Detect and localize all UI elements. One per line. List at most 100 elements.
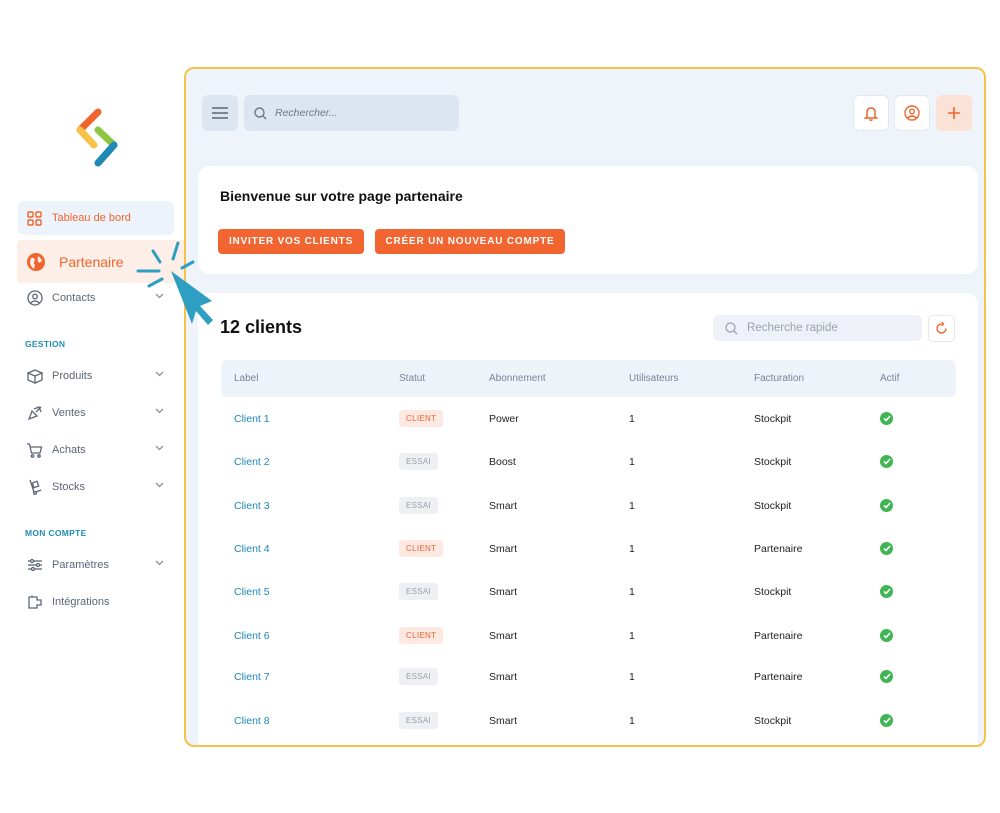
- globe-icon: [25, 251, 47, 273]
- search-placeholder: Rechercher...: [275, 107, 338, 119]
- client-link[interactable]: Client 7: [234, 655, 270, 698]
- status-cell: ESSAI: [399, 484, 439, 527]
- bell-icon: [864, 106, 878, 121]
- sidebar-item-label: Intégrations: [52, 596, 110, 608]
- check-circle-icon: [880, 629, 893, 642]
- column-header-label[interactable]: Label: [234, 360, 258, 397]
- clients-card: 12 clients Recherche rapide Label Statut…: [198, 293, 978, 745]
- sidebar-item-label: Contacts: [52, 292, 96, 304]
- subscription-cell: Smart: [489, 499, 518, 512]
- users-cell: 1: [629, 629, 635, 642]
- check-circle-icon: [880, 542, 893, 555]
- sidebar-item-parametres[interactable]: Paramètres: [18, 548, 174, 582]
- create-account-button[interactable]: CRÉER UN NOUVEAU COMPTE: [375, 229, 565, 254]
- column-header-abonnement[interactable]: Abonnement: [489, 360, 546, 397]
- subscription-cell: Power: [489, 412, 519, 425]
- sidebar-item-label: Achats: [52, 444, 86, 456]
- welcome-title: Bienvenue sur votre page partenaire: [220, 188, 463, 204]
- add-button[interactable]: [936, 95, 972, 131]
- client-link[interactable]: Client 5: [234, 570, 270, 613]
- sidebar-item-label: Ventes: [52, 407, 86, 419]
- hamburger-icon: [212, 107, 228, 119]
- sidebar-item-achats[interactable]: Achats: [18, 433, 174, 467]
- chevron-down-icon: [155, 445, 164, 451]
- status-cell: ESSAI: [399, 440, 439, 483]
- clients-title: 12 clients: [220, 317, 303, 337]
- status-cell: ESSAI: [399, 570, 439, 613]
- billing-cell: Partenaire: [754, 542, 803, 555]
- active-cell: [880, 570, 893, 613]
- billing-cell: Stockpit: [754, 585, 792, 598]
- active-cell: [880, 440, 893, 483]
- client-link[interactable]: Client 4: [234, 527, 270, 570]
- sidebar-item-stocks[interactable]: Stocks: [18, 470, 174, 504]
- billing-cell: Partenaire: [754, 670, 803, 683]
- sidebar: Tableau de bord Partenaire Contacts GEST…: [0, 0, 211, 813]
- table-row: Client 5 ESSAI Smart 1 Stockpit: [221, 570, 956, 613]
- chevron-down-icon: [155, 482, 164, 488]
- billing-cell: Stockpit: [754, 499, 792, 512]
- users-cell: 1: [629, 542, 635, 555]
- column-header-actif[interactable]: Actif: [880, 360, 899, 397]
- quick-search-input[interactable]: Recherche rapide: [713, 315, 922, 341]
- notifications-button[interactable]: [853, 95, 889, 131]
- table-row: Client 6 CLIENT Smart 1 Partenaire: [221, 614, 956, 657]
- check-circle-icon: [880, 585, 893, 598]
- status-cell: ESSAI: [399, 699, 439, 742]
- table-row: Client 8 ESSAI Smart 1 Stockpit: [221, 699, 956, 742]
- status-badge: ESSAI: [399, 497, 439, 514]
- refresh-button[interactable]: [928, 315, 955, 342]
- sidebar-item-label: Paramètres: [52, 559, 109, 571]
- client-link[interactable]: Client 8: [234, 699, 270, 742]
- sidebar-item-integrations[interactable]: Intégrations: [18, 585, 174, 619]
- status-badge: ESSAI: [399, 668, 439, 685]
- status-cell: CLIENT: [399, 614, 444, 657]
- chevron-down-icon: [155, 371, 164, 377]
- billing-cell: Partenaire: [754, 629, 803, 642]
- section-label-mon-compte: MON COMPTE: [25, 528, 87, 538]
- users-cell: 1: [629, 455, 635, 468]
- check-circle-icon: [880, 499, 893, 512]
- subscription-cell: Boost: [489, 455, 516, 468]
- client-link[interactable]: Client 1: [234, 397, 270, 440]
- sidebar-item-label: Partenaire: [59, 253, 124, 270]
- sidebar-item-tableau-de-bord[interactable]: Tableau de bord: [18, 201, 174, 235]
- menu-button[interactable]: [202, 95, 238, 131]
- sidebar-item-produits[interactable]: Produits: [18, 359, 174, 393]
- status-cell: CLIENT: [399, 527, 444, 570]
- refresh-icon: [936, 322, 947, 334]
- subscription-cell: Smart: [489, 585, 518, 598]
- main-frame: Rechercher... Bienvenue sur votre page p…: [184, 67, 986, 747]
- client-link[interactable]: Client 6: [234, 614, 270, 657]
- sliders-icon: [26, 557, 43, 574]
- active-cell: [880, 699, 893, 742]
- dolly-icon: [26, 479, 43, 496]
- column-header-utilisateurs[interactable]: Utilisateurs: [629, 360, 678, 397]
- users-cell: 1: [629, 670, 635, 683]
- active-cell: [880, 484, 893, 527]
- users-cell: 1: [629, 499, 635, 512]
- column-header-statut[interactable]: Statut: [399, 360, 425, 397]
- account-button[interactable]: [894, 95, 930, 131]
- client-link[interactable]: Client 2: [234, 440, 270, 483]
- search-input[interactable]: Rechercher...: [244, 95, 459, 131]
- column-header-facturation[interactable]: Facturation: [754, 360, 804, 397]
- check-circle-icon: [880, 670, 893, 683]
- topbar: Rechercher...: [186, 69, 984, 159]
- check-circle-icon: [880, 412, 893, 425]
- table-header: Label Statut Abonnement Utilisateurs Fac…: [221, 360, 956, 397]
- invite-clients-button[interactable]: INVITER VOS CLIENTS: [218, 229, 364, 254]
- status-badge: ESSAI: [399, 453, 439, 470]
- active-cell: [880, 397, 893, 440]
- sidebar-item-ventes[interactable]: Ventes: [18, 396, 174, 430]
- users-cell: 1: [629, 585, 635, 598]
- active-cell: [880, 614, 893, 657]
- sidebar-item-label: Stocks: [52, 481, 86, 493]
- table-row: Client 4 CLIENT Smart 1 Partenaire: [221, 527, 956, 570]
- client-link[interactable]: Client 3: [234, 484, 270, 527]
- billing-cell: Stockpit: [754, 412, 792, 425]
- table-row: Client 2 ESSAI Boost 1 Stockpit: [221, 440, 956, 483]
- plugin-icon: [26, 594, 43, 611]
- check-circle-icon: [880, 455, 893, 468]
- table-row: Client 3 ESSAI Smart 1 Stockpit: [221, 484, 956, 527]
